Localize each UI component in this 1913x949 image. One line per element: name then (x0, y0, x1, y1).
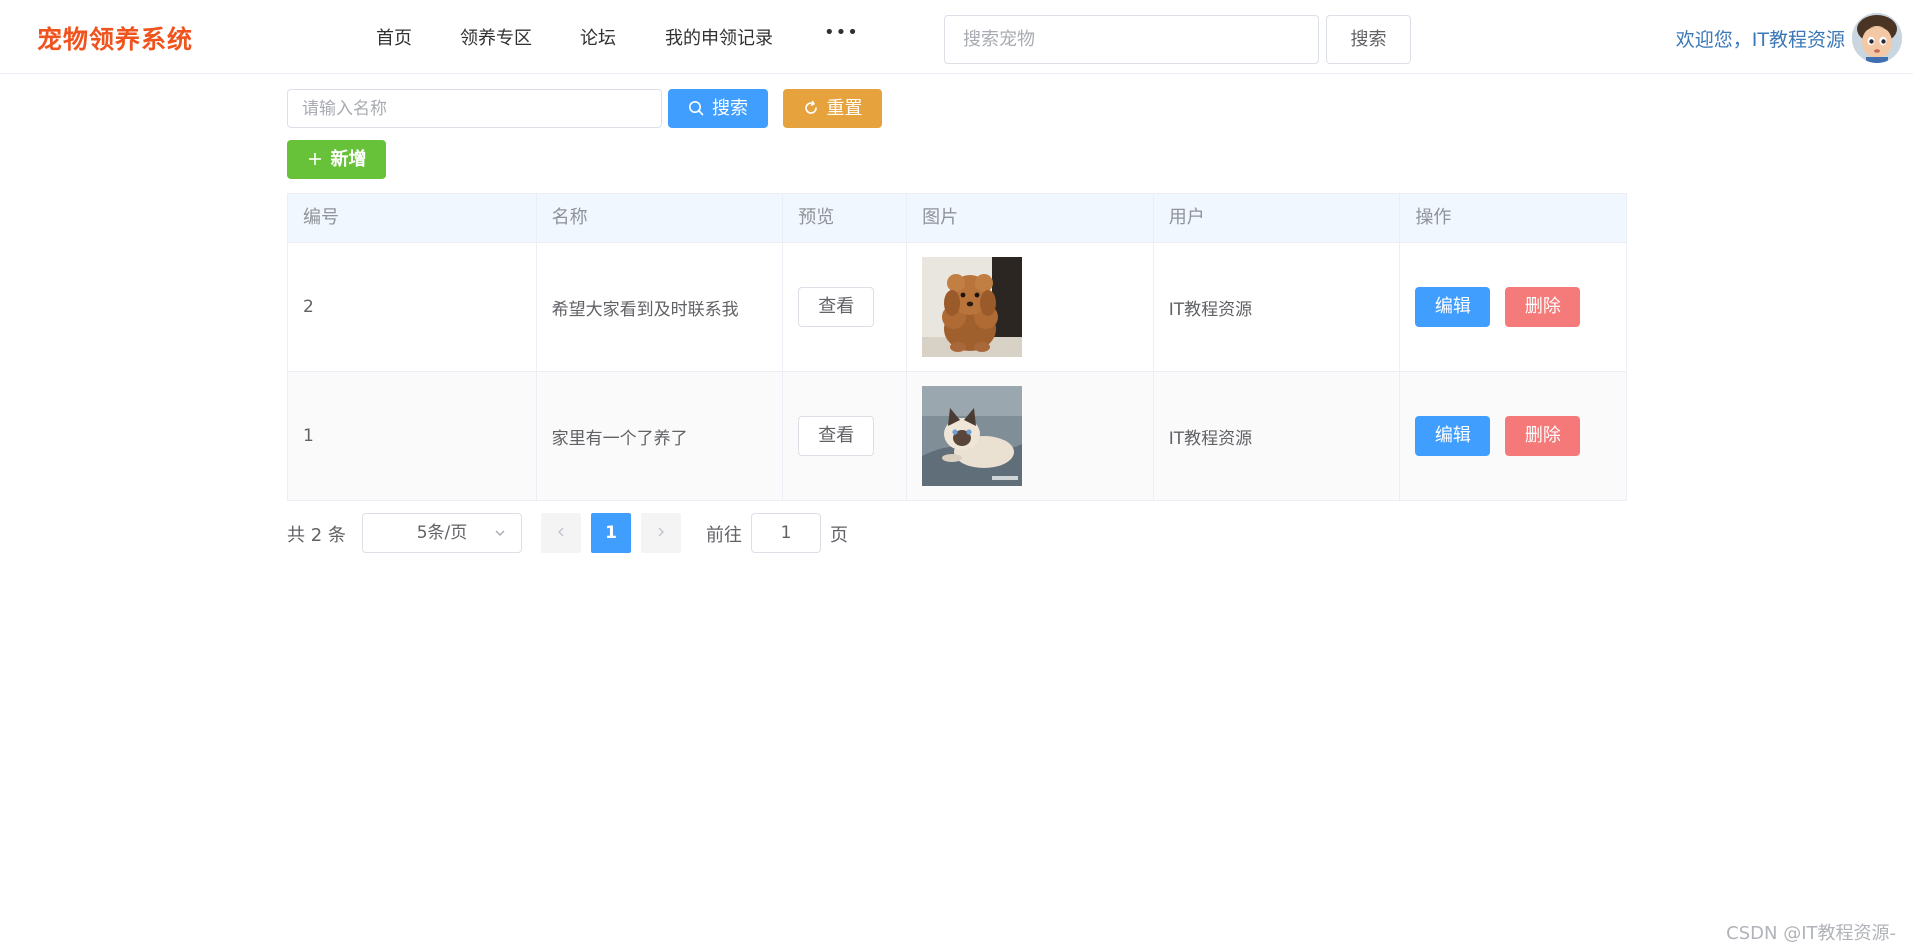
cell-name: 家里有一个了养了 (537, 372, 784, 500)
refresh-icon (804, 100, 817, 114)
goto-page-input[interactable] (751, 513, 821, 553)
search-button-label: 搜索 (712, 98, 748, 119)
edit-button[interactable]: 编辑 (1415, 416, 1491, 456)
add-button-label: 新增 (330, 149, 367, 170)
reset-button-label: 重置 (826, 98, 863, 119)
cell-actions: 编辑 删除 (1400, 372, 1626, 500)
cell-name: 希望大家看到及时联系我 (537, 243, 784, 371)
nav-item-forum[interactable]: 论坛 (580, 24, 616, 50)
cell-preview: 查看 (783, 372, 908, 500)
chevron-left-icon (558, 527, 564, 537)
cell-preview: 查看 (783, 243, 908, 371)
cell-image (907, 243, 1154, 371)
column-header-image: 图片 (907, 194, 1154, 242)
nav-item-home[interactable]: 首页 (376, 24, 412, 50)
app-logo-title[interactable]: 宠物领养系统 (37, 20, 193, 56)
cell-user: IT教程资源 (1154, 372, 1401, 500)
pagination-total: 共 2 条 (287, 525, 346, 546)
goto-suffix: 页 (830, 525, 848, 546)
cell-image (907, 372, 1154, 500)
page-number-current[interactable]: 1 (591, 513, 631, 553)
column-header-actions: 操作 (1415, 207, 1452, 228)
page-size-select[interactable]: 5条/页 (362, 513, 522, 553)
prev-page-button[interactable] (541, 513, 581, 553)
cell-id: 1 (288, 372, 537, 500)
delete-button[interactable]: 删除 (1505, 287, 1581, 327)
name-filter-input[interactable] (287, 89, 662, 128)
siamese-cat-photo[interactable] (922, 386, 1023, 486)
top-search-button[interactable]: 搜索 (1326, 15, 1411, 64)
watermark-text: CSDN @IT教程资源- (1726, 923, 1896, 944)
cell-actions: 编辑 删除 (1400, 243, 1626, 371)
avatar[interactable] (1852, 13, 1902, 63)
pets-table: 编号 名称 预览 图片 用户 操作 2 希望大家看到及时联系我 查看 IT教程资… (287, 193, 1627, 501)
reset-button[interactable]: 重置 (783, 89, 882, 128)
add-button[interactable]: 新增 (287, 140, 386, 179)
cell-user: IT教程资源 (1154, 243, 1401, 371)
view-button[interactable]: 查看 (798, 416, 875, 456)
nav-item-adoption-zone[interactable]: 领养专区 (460, 24, 532, 50)
plus-icon (308, 153, 321, 165)
cell-id: 2 (288, 243, 537, 371)
nav-item-my-applications[interactable]: 我的申领记录 (665, 24, 773, 50)
table-row: 2 希望大家看到及时联系我 查看 IT教程资源 编辑 删除 (288, 242, 1626, 371)
column-header-preview: 预览 (783, 194, 908, 242)
page-size-value: 5条/页 (416, 523, 468, 543)
nav-more-icon[interactable]: ••• (824, 22, 859, 43)
next-page-button[interactable] (641, 513, 681, 553)
chevron-right-icon (658, 527, 664, 537)
goto-label: 前往 (706, 525, 742, 546)
column-header-name: 名称 (537, 194, 784, 242)
poodle-photo[interactable] (922, 257, 1023, 357)
top-search-input[interactable] (944, 15, 1319, 64)
chevron-down-icon (495, 530, 505, 536)
avatar-cartoon-icon (1852, 13, 1902, 63)
welcome-user-text[interactable]: 欢迎您，IT教程资源 (1676, 25, 1845, 52)
column-header-id: 编号 (288, 194, 537, 242)
table-row: 1 家里有一个了养了 查看 IT教程资源 编辑 删除 (288, 371, 1626, 500)
search-button[interactable]: 搜索 (668, 89, 768, 128)
top-header: 宠物领养系统 首页 领养专区 论坛 我的申领记录 ••• 搜索 欢迎您，IT教程… (0, 0, 1913, 74)
search-icon (689, 101, 704, 116)
column-header-user: 用户 (1154, 194, 1401, 242)
edit-button[interactable]: 编辑 (1415, 287, 1491, 327)
delete-button[interactable]: 删除 (1505, 416, 1581, 456)
view-button[interactable]: 查看 (798, 287, 875, 327)
table-header-row: 编号 名称 预览 图片 用户 操作 (288, 194, 1626, 242)
